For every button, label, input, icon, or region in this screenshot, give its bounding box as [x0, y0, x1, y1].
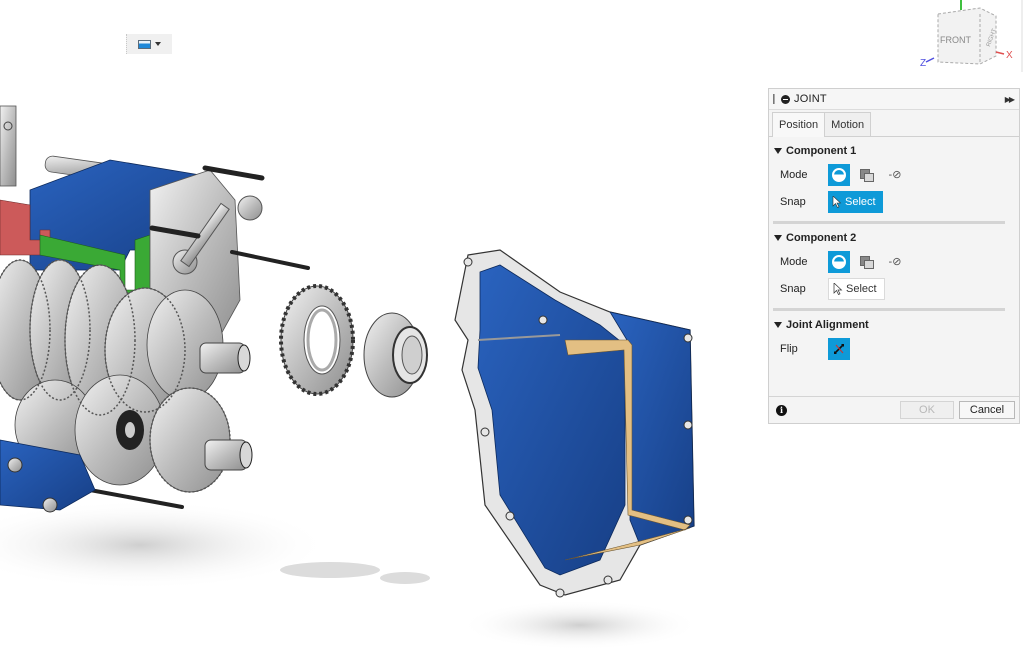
tab-position[interactable]: Position: [772, 112, 826, 137]
between-faces-icon: [860, 168, 874, 182]
snap-label: Snap: [780, 195, 806, 208]
gearbox-assembly[interactable]: [0, 105, 310, 513]
tab-motion[interactable]: Motion: [824, 112, 872, 136]
flip-row: Flip: [769, 335, 1019, 362]
between-two-faces-button[interactable]: [856, 251, 878, 273]
section-divider: [773, 308, 1005, 311]
section-title: Joint Alignment: [786, 319, 869, 331]
simple-mode-button[interactable]: [828, 250, 850, 273]
component-2-mode-row: Mode -⊘: [769, 248, 1019, 275]
cancel-button[interactable]: Cancel: [959, 401, 1015, 419]
component-2-select-button[interactable]: Select: [828, 277, 885, 300]
joint-dialog: JOINT ▶▶ Position Motion Component 1 Mod…: [768, 88, 1020, 424]
axis-x-label: X: [1006, 50, 1013, 61]
dialog-tabs: Position Motion: [769, 112, 1019, 137]
display-settings-icon[interactable]: [138, 39, 151, 49]
component-1-select-button[interactable]: Select: [828, 190, 883, 213]
two-edge-intersection-button[interactable]: -⊘: [884, 164, 906, 186]
flip-icon: [834, 343, 844, 354]
viewcube[interactable]: FRONT RIGHT Z X: [918, 0, 1024, 72]
section-title: Component 2: [786, 232, 857, 244]
between-faces-icon: [860, 255, 874, 269]
cursor-icon: [833, 282, 843, 295]
axis-z-label: Z: [920, 58, 926, 69]
component-2-section[interactable]: Component 2: [769, 228, 1019, 248]
section-title: Component 1: [786, 145, 857, 157]
component-1-section[interactable]: Component 1: [769, 141, 1019, 161]
triangle-down-icon: [774, 148, 782, 154]
drag-handle-icon[interactable]: [773, 94, 775, 104]
joint-alignment-section[interactable]: Joint Alignment: [769, 315, 1019, 335]
cube-face-front[interactable]: FRONT: [940, 35, 971, 45]
exploded-bearing[interactable]: [363, 312, 428, 398]
component-2-snap-row: Snap Select: [769, 275, 1019, 302]
caret-down-icon[interactable]: [155, 42, 161, 46]
dialog-title: JOINT: [794, 93, 827, 105]
between-two-faces-button[interactable]: [856, 164, 878, 186]
expand-icon[interactable]: ▶▶: [1005, 95, 1015, 104]
triangle-down-icon: [774, 322, 782, 328]
flip-button[interactable]: [828, 337, 850, 360]
ok-button[interactable]: OK: [900, 401, 954, 419]
mode-label: Mode: [780, 255, 808, 268]
simple-mode-button[interactable]: [828, 163, 850, 186]
display-settings-toolbar[interactable]: [126, 34, 172, 54]
flip-label: Flip: [780, 342, 798, 355]
dialog-header[interactable]: JOINT ▶▶: [769, 89, 1019, 110]
simple-mode-icon: [832, 167, 846, 182]
collapse-icon[interactable]: [781, 94, 790, 104]
component-1-snap-row: Snap Select: [769, 188, 1019, 215]
mode-label: Mode: [780, 168, 808, 181]
section-divider: [773, 221, 1005, 224]
edge-intersection-icon: -⊘: [888, 256, 902, 268]
info-icon[interactable]: i: [776, 404, 787, 416]
triangle-down-icon: [774, 235, 782, 241]
select-label: Select: [845, 195, 876, 208]
cover-housing[interactable]: [454, 249, 695, 598]
cursor-icon: [832, 195, 842, 208]
3d-viewport[interactable]: FRONT RIGHT Z X JOINT ▶▶ Position Motion…: [0, 0, 1024, 672]
dialog-footer: i OK Cancel: [769, 396, 1019, 423]
snap-label: Snap: [780, 282, 806, 295]
simple-mode-icon: [832, 254, 846, 269]
exploded-gear[interactable]: [279, 284, 355, 396]
select-label: Select: [846, 282, 877, 295]
edge-intersection-icon: -⊘: [888, 169, 902, 181]
component-1-mode-row: Mode -⊘: [769, 161, 1019, 188]
two-edge-intersection-button[interactable]: -⊘: [884, 251, 906, 273]
